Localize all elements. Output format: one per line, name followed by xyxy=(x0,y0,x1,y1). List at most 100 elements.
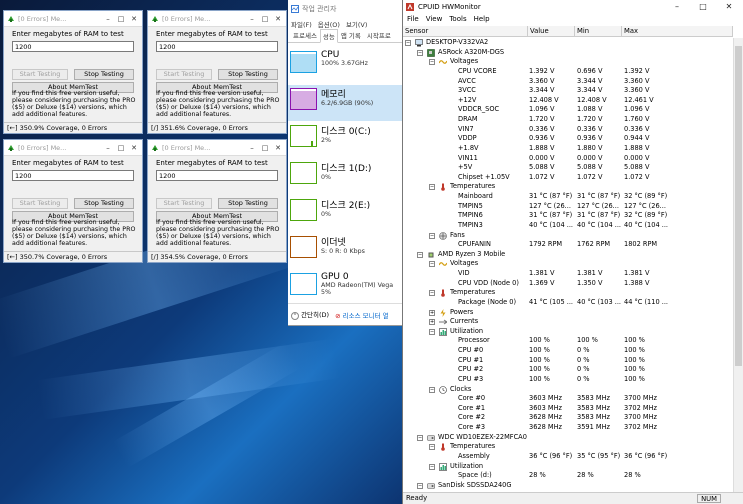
sensor-row[interactable]: Processor 100 % 100 % 100 % xyxy=(403,336,733,346)
maximize-icon[interactable]: □ xyxy=(260,144,270,152)
performance-item[interactable]: 디스크 1(D:) 0% xyxy=(288,159,402,195)
collapse-icon[interactable]: − xyxy=(405,40,411,46)
sensor-row[interactable]: Package (Node 0) 41 °C (105 ... 40 °C (103… xyxy=(403,298,733,308)
tab-performance[interactable]: 성능 xyxy=(319,29,338,43)
memtest-window[interactable]: [0 Errors] Me... – □ ✕ Enter megabytes o… xyxy=(147,139,287,263)
collapse-icon[interactable]: − xyxy=(429,290,435,297)
sensor-row[interactable]: Chipset +1.05V 1.072 V 1.072 V 1.072 V xyxy=(403,173,733,183)
performance-item[interactable]: GPU 0 AMD Radeon(TM) Vega 5% xyxy=(288,270,402,306)
tab-startup[interactable]: 시작프로 xyxy=(364,28,394,42)
performance-item[interactable]: 디스크 2(E:) 0% xyxy=(288,196,402,232)
sensor-row[interactable]: CPU VDD (Node 0) 1.369 V 1.350 V 1.388 V xyxy=(403,279,733,289)
sensor-row[interactable]: VID 1.381 V 1.381 V 1.381 V xyxy=(403,269,733,279)
sensor-category-row[interactable]: − Utilization xyxy=(403,327,733,337)
ram-amount-input[interactable]: 1200 xyxy=(156,41,278,52)
collapse-icon[interactable]: − xyxy=(429,386,435,393)
scrollbar-thumb[interactable] xyxy=(735,46,742,366)
tab-app-history[interactable]: 앱 기록 xyxy=(338,28,364,42)
start-testing-button[interactable]: Start Testing xyxy=(12,69,68,80)
memtest-title-bar[interactable]: [0 Errors] Me... – □ ✕ xyxy=(148,140,286,156)
sensor-row[interactable]: DRAM 1.720 V 1.720 V 1.760 V xyxy=(403,115,733,125)
sensor-row[interactable]: Space (d:) 28 % 28 % 28 % xyxy=(403,471,733,481)
fewer-details-toggle[interactable]: ⌃ 간단히(D) xyxy=(291,309,329,320)
task-manager-window[interactable]: 작업 관리자 파일(F) 옵션(O) 보기(V) 프로세스 성능 앱 기록 시작… xyxy=(288,0,403,326)
start-testing-button[interactable]: Start Testing xyxy=(156,69,212,80)
performance-item[interactable]: 메모리 6.2/6.9GB (90%) xyxy=(288,85,402,121)
sensor-row[interactable]: Core #0 3603 MHz 3583 MHz 3700 MHz xyxy=(403,394,733,404)
sensor-category-row[interactable]: − Utilization xyxy=(403,462,733,472)
stop-testing-button[interactable]: Stop Testing xyxy=(74,69,134,80)
performance-item[interactable]: 이더넷 S: 0 R: 0 Kbps xyxy=(288,233,402,269)
sensor-category-row[interactable]: − Temperatures xyxy=(403,182,733,192)
device-row[interactable]: − SanDisk SDSSDA240G xyxy=(403,481,733,491)
sensor-row[interactable]: CPUFANIN 1792 RPM 1762 RPM 1802 RPM xyxy=(403,240,733,250)
sensor-row[interactable]: CPU #3 100 % 0 % 100 % xyxy=(403,375,733,385)
performance-item[interactable]: CPU 100% 3.67GHz xyxy=(288,48,402,84)
close-icon[interactable]: ✕ xyxy=(273,144,283,152)
device-row[interactable]: − WDC WD10EZEX-22MFCA0 xyxy=(403,433,733,443)
performance-item[interactable]: 디스크 0(C:) 2% xyxy=(288,122,402,158)
stop-testing-button[interactable]: Stop Testing xyxy=(218,69,278,80)
expand-icon[interactable]: + xyxy=(429,309,435,316)
collapse-icon[interactable]: − xyxy=(429,232,435,239)
sensor-row[interactable]: VDDCR_SOC 1.096 V 1.088 V 1.096 V xyxy=(403,105,733,115)
sensor-row[interactable]: CPU #0 100 % 0 % 100 % xyxy=(403,346,733,356)
menu-file[interactable]: File xyxy=(407,15,419,23)
close-icon[interactable]: ✕ xyxy=(273,15,283,23)
close-icon[interactable]: ✕ xyxy=(129,15,139,23)
expand-icon[interactable]: + xyxy=(429,319,435,326)
sensor-row[interactable]: +5V 5.088 V 5.088 V 5.088 V xyxy=(403,163,733,173)
menu-view[interactable]: View xyxy=(426,15,443,23)
sensor-category-row[interactable]: − Voltages xyxy=(403,57,733,67)
collapse-icon[interactable]: − xyxy=(429,184,435,191)
close-icon[interactable]: ✕ xyxy=(718,2,740,11)
column-max[interactable]: Max xyxy=(622,26,733,36)
task-manager-title-bar[interactable]: 작업 관리자 xyxy=(288,0,402,18)
sensor-category-row[interactable]: − Voltages xyxy=(403,259,733,269)
vertical-scrollbar[interactable] xyxy=(733,38,743,492)
resource-monitor-link[interactable]: ⊘ 리소스 모니터 열 xyxy=(335,310,389,320)
sensor-category-row[interactable]: − Temperatures xyxy=(403,442,733,452)
minimize-icon[interactable]: – xyxy=(103,144,113,152)
collapse-icon[interactable]: − xyxy=(429,59,435,66)
sensor-row[interactable]: TMPIN5 127 °C (26... 127 °C (26... 127 °C (… xyxy=(403,202,733,212)
collapse-icon[interactable]: − xyxy=(417,434,423,441)
column-min[interactable]: Min xyxy=(575,26,622,36)
sensor-row[interactable]: CPU VCORE 1.392 V 0.696 V 1.392 V xyxy=(403,67,733,77)
sensor-category-row[interactable]: − Clocks xyxy=(403,385,733,395)
sensor-row[interactable]: VIN11 0.000 V 0.000 V 0.000 V xyxy=(403,154,733,164)
sensor-row[interactable]: CPU #1 100 % 0 % 100 % xyxy=(403,356,733,366)
collapse-icon[interactable]: − xyxy=(417,49,423,56)
memtest-title-bar[interactable]: [0 Errors] Me... – □ ✕ xyxy=(4,140,142,156)
menu-help[interactable]: Help xyxy=(474,15,490,23)
memtest-window[interactable]: [0 Errors] Me... – □ ✕ Enter megabytes o… xyxy=(3,139,143,263)
collapse-icon[interactable]: − xyxy=(429,261,435,268)
sensor-category-row[interactable]: − Fans xyxy=(403,231,733,241)
memtest-window[interactable]: [0 Errors] Me... – □ ✕ Enter megabytes o… xyxy=(3,10,143,134)
start-testing-button[interactable]: Start Testing xyxy=(12,198,68,209)
sensor-row[interactable]: +1.8V 1.888 V 1.880 V 1.888 V xyxy=(403,144,733,154)
minimize-icon[interactable]: – xyxy=(103,15,113,23)
ram-amount-input[interactable]: 1200 xyxy=(12,41,134,52)
tab-processes[interactable]: 프로세스 xyxy=(290,28,320,42)
hwmonitor-window[interactable]: CPUID HWMonitor – □ ✕ File View Tools He… xyxy=(402,0,743,504)
sensor-row[interactable]: TMPIN3 40 °C (104 ... 40 °C (104 ... 40 °C … xyxy=(403,221,733,231)
sensor-row[interactable]: VDDP 0.936 V 0.936 V 0.944 V xyxy=(403,134,733,144)
menu-options[interactable]: 옵션(O) xyxy=(318,19,340,29)
device-row[interactable]: − ASRock A320M-DGS xyxy=(403,48,733,58)
collapse-icon[interactable]: − xyxy=(417,251,423,258)
sensor-row[interactable]: 3VCC 3.344 V 3.344 V 3.360 V xyxy=(403,86,733,96)
memtest-window[interactable]: [0 Errors] Me... – □ ✕ Enter megabytes o… xyxy=(147,10,287,134)
maximize-icon[interactable]: □ xyxy=(116,15,126,23)
maximize-icon[interactable]: □ xyxy=(692,2,714,11)
column-value[interactable]: Value xyxy=(528,26,575,36)
sensor-category-row[interactable]: + Currents xyxy=(403,317,733,327)
sensor-row[interactable]: AVCC 3.360 V 3.344 V 3.360 V xyxy=(403,77,733,87)
sensor-row[interactable]: Assembly 36 °C (96 °F) 35 °C (95 °F) 36 °C … xyxy=(403,452,733,462)
ram-amount-input[interactable]: 1200 xyxy=(156,170,278,181)
sensor-row[interactable]: Core #1 3603 MHz 3583 MHz 3702 MHz xyxy=(403,404,733,414)
maximize-icon[interactable]: □ xyxy=(116,144,126,152)
column-sensor[interactable]: Sensor xyxy=(403,26,528,36)
minimize-icon[interactable]: – xyxy=(666,2,688,11)
minimize-icon[interactable]: – xyxy=(247,15,257,23)
